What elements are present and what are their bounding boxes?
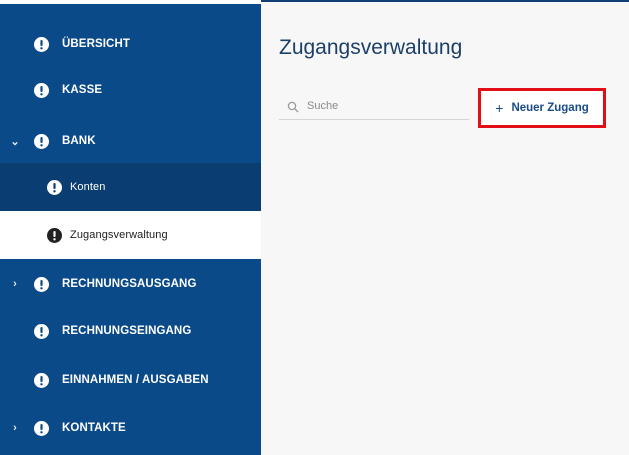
alert-icon	[34, 372, 49, 388]
search-icon	[287, 100, 299, 112]
search-input[interactable]	[307, 99, 467, 112]
sidebar-item-label: Konten	[70, 181, 106, 193]
alert-icon	[34, 420, 49, 436]
sidebar-item-rechnungseingang[interactable]: RECHNUNGSEINGANG	[0, 307, 261, 355]
add-access-button[interactable]: + Neuer Zugang	[478, 88, 606, 128]
alert-icon	[47, 227, 62, 243]
sidebar-item-label: KASSE	[62, 84, 103, 96]
sidebar-item-rechnungsausgang[interactable]: › RECHNUNGSAUSGANG	[0, 260, 261, 308]
search-field[interactable]	[279, 92, 469, 120]
sidebar-item-zugangsverwaltung[interactable]: Zugangsverwaltung	[0, 211, 261, 259]
plus-icon: +	[495, 100, 504, 116]
chevron-right-icon[interactable]: ›	[10, 422, 20, 434]
sidebar-item-label: Zugangsverwaltung	[70, 229, 168, 241]
sidebar: ÜBERSICHT KASSE ⌄ BANK Konten Zugangsver…	[0, 4, 261, 455]
sidebar-item-einnahmen-ausgaben[interactable]: EINNAHMEN / AUSGABEN	[0, 356, 261, 404]
sidebar-item-label: ÜBERSICHT	[62, 38, 130, 50]
sidebar-item-label: KONTAKTE	[62, 422, 126, 434]
alert-icon	[34, 323, 49, 339]
app: ÜBERSICHT KASSE ⌄ BANK Konten Zugangsver…	[0, 0, 629, 455]
page-title: Zugangsverwaltung	[279, 36, 463, 59]
alert-icon	[47, 179, 62, 195]
sidebar-item-kasse[interactable]: KASSE	[0, 66, 261, 114]
sidebar-item-konten[interactable]: Konten	[0, 163, 261, 211]
sidebar-item-bank[interactable]: ⌄ BANK	[0, 117, 261, 165]
add-access-label: Neuer Zugang	[511, 102, 589, 114]
sidebar-item-label: EINNAHMEN / AUSGABEN	[62, 374, 209, 386]
chevron-right-icon[interactable]: ›	[10, 278, 20, 290]
alert-icon	[34, 276, 49, 292]
sidebar-item-label: RECHNUNGSEINGANG	[62, 325, 192, 337]
alert-icon	[34, 82, 49, 98]
main-content: Zugangsverwaltung + Neuer Zugang	[261, 2, 629, 455]
sidebar-item-kontakte[interactable]: › KONTAKTE	[0, 404, 261, 452]
alert-icon	[34, 36, 49, 52]
alert-icon	[34, 133, 49, 149]
chevron-down-icon[interactable]: ⌄	[10, 135, 20, 148]
sidebar-item-label: RECHNUNGSAUSGANG	[62, 278, 197, 290]
sidebar-item-label: BANK	[62, 135, 96, 147]
sidebar-item-uebersicht[interactable]: ÜBERSICHT	[0, 20, 261, 68]
